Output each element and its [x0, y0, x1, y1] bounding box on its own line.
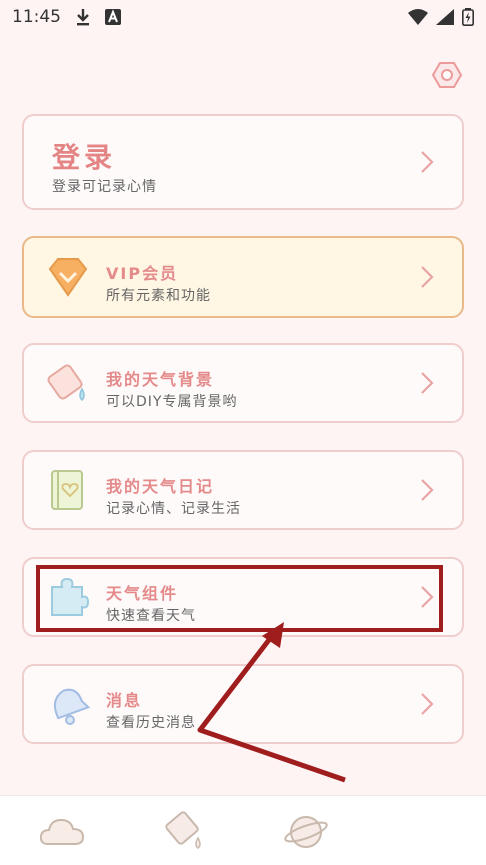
bell-icon	[53, 688, 91, 725]
messages-subtitle: 查看历史消息	[106, 715, 196, 731]
settings-gear-icon[interactable]	[432, 60, 462, 90]
login-card[interactable]: 登录 登录可记录心情	[22, 114, 464, 210]
download-icon	[77, 9, 89, 26]
wifi-icon	[408, 9, 428, 25]
messages-title: 消息	[106, 691, 143, 710]
diary-title: 我的天气日记	[106, 477, 215, 496]
diary-subtitle: 记录心情、记录生活	[106, 501, 241, 517]
chevron-right-icon	[421, 479, 434, 501]
vip-title: VIP会员	[106, 264, 179, 283]
messages-card[interactable]: 消息 查看历史消息	[22, 664, 464, 744]
status-bar: 11:45	[0, 0, 486, 34]
signal-icon	[436, 9, 454, 25]
chevron-right-icon	[421, 266, 434, 288]
weather-tab-icon[interactable]	[38, 810, 86, 852]
background-tab-icon[interactable]	[160, 810, 208, 852]
chevron-right-icon	[421, 372, 434, 394]
annotation-highlight-box	[36, 565, 443, 632]
a-badge-icon	[105, 9, 121, 25]
bottom-tab-bar	[0, 795, 486, 865]
profile-tab-icon[interactable]	[282, 810, 330, 852]
background-title: 我的天气背景	[106, 370, 215, 389]
weather-background-card[interactable]: 我的天气背景 可以DIY专属背景哟	[22, 343, 464, 423]
chevron-right-icon	[421, 693, 434, 715]
weather-diary-card[interactable]: 我的天气日记 记录心情、记录生活	[22, 450, 464, 530]
background-subtitle: 可以DIY专属背景哟	[106, 394, 238, 410]
vip-card[interactable]: VIP会员 所有元素和功能	[22, 236, 464, 318]
status-time: 11:45	[12, 7, 61, 27]
battery-icon	[462, 8, 474, 26]
diamond-icon	[48, 258, 88, 297]
login-title: 登录	[52, 141, 117, 174]
login-subtitle: 登录可记录心情	[52, 179, 157, 195]
diary-book-icon	[51, 470, 83, 510]
paint-bucket-icon	[47, 364, 85, 402]
chevron-right-icon	[421, 151, 434, 173]
vip-subtitle: 所有元素和功能	[106, 288, 211, 304]
